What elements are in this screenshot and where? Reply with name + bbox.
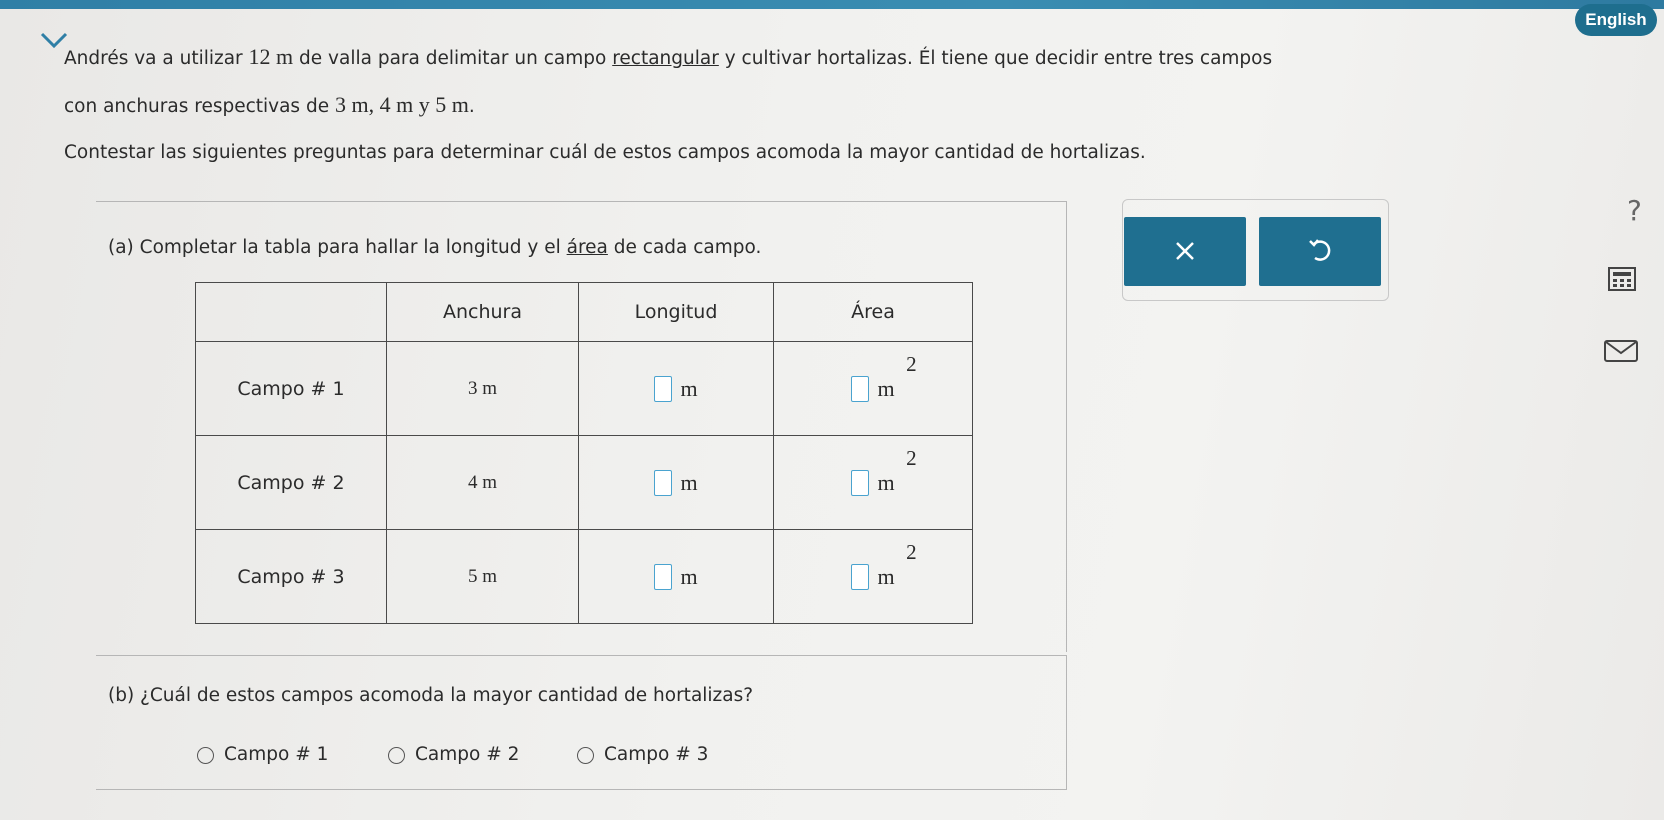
anchura-value: 4 m: [386, 435, 579, 530]
prompt-text: de cada campo.: [607, 237, 762, 258]
table-row: Campo # 1 3 m m m2: [195, 341, 973, 436]
exponent: 2: [906, 351, 917, 376]
option-campo-2[interactable]: Campo # 2: [388, 744, 519, 765]
link-rectangular[interactable]: rectangular: [612, 48, 719, 69]
problem-text: y cultivar hortalizas. Él tiene que deci…: [718, 48, 1273, 69]
anchura-value: 3 m: [386, 341, 579, 436]
calculator-icon[interactable]: [1607, 266, 1637, 292]
option-campo-1[interactable]: Campo # 1: [197, 744, 328, 765]
row-label: Campo # 3: [195, 529, 387, 624]
problem-text: .: [468, 96, 475, 117]
header-area: Área: [773, 282, 973, 342]
radio-icon[interactable]: [388, 746, 405, 764]
prompt-text: (a) Completar la tabla para hallar la lo…: [108, 237, 567, 258]
x-icon: [1176, 242, 1194, 260]
problem-line-2: con anchuras respectivas de 3 m, 4 m y 5…: [64, 92, 475, 118]
exponent: 2: [906, 539, 917, 564]
option-label: Campo # 3: [604, 744, 709, 765]
problem-text: con anchuras respectivas de: [64, 96, 335, 117]
table-header-row: Anchura Longitud Área: [195, 282, 973, 342]
link-area[interactable]: área: [567, 237, 608, 258]
unit-m2: m: [877, 563, 895, 589]
instruction-text: Contestar las siguientes preguntas para …: [64, 142, 1146, 163]
table-row: Campo # 3 5 m m m2: [195, 529, 973, 624]
table-row: Campo # 2 4 m m m2: [195, 435, 973, 530]
row-label: Campo # 2: [195, 435, 387, 530]
area-input[interactable]: [851, 375, 870, 402]
row-label: Campo # 1: [195, 341, 387, 436]
fields-table: Anchura Longitud Área Campo # 1 3 m m m2…: [195, 282, 973, 624]
unit-m2: m: [877, 375, 895, 401]
radio-icon[interactable]: [197, 746, 214, 764]
header-empty: [195, 282, 387, 342]
longitud-input[interactable]: [654, 563, 673, 590]
area-input[interactable]: [851, 469, 870, 496]
undo-button[interactable]: [1259, 217, 1381, 286]
clear-button[interactable]: [1124, 217, 1246, 286]
language-button[interactable]: English: [1575, 4, 1657, 36]
math-widths: 3 m, 4 m y 5 m: [334, 92, 469, 117]
option-label: Campo # 2: [415, 744, 520, 765]
header-anchura: Anchura: [386, 282, 579, 342]
unit-m2: m: [877, 469, 895, 495]
part-a-prompt: (a) Completar la tabla para hallar la lo…: [108, 237, 761, 258]
part-b-prompt: (b) ¿Cuál de estos campos acomoda la may…: [108, 685, 754, 706]
unit-m: m: [680, 375, 698, 401]
option-campo-3[interactable]: Campo # 3: [577, 744, 708, 765]
part-b-panel: [96, 655, 1067, 790]
problem-line-1: Andrés va a utilizar 12 m de valla para …: [64, 44, 1272, 70]
longitud-input[interactable]: [654, 375, 673, 402]
message-icon[interactable]: [1603, 339, 1639, 363]
longitud-input[interactable]: [654, 469, 673, 496]
problem-text: de valla para delimitar un campo: [293, 48, 613, 69]
unit-m: m: [680, 563, 698, 589]
top-bar: [0, 0, 1664, 9]
area-input[interactable]: [851, 563, 870, 590]
help-icon[interactable]: ?: [1627, 194, 1642, 227]
option-label: Campo # 1: [224, 744, 329, 765]
anchura-value: 5 m: [386, 529, 579, 624]
problem-text: Andrés va a utilizar: [64, 48, 249, 69]
radio-icon[interactable]: [577, 746, 594, 764]
header-longitud: Longitud: [578, 282, 774, 342]
exponent: 2: [906, 445, 917, 470]
undo-icon: [1309, 239, 1331, 261]
math-fence-length: 12 m: [248, 44, 294, 69]
unit-m: m: [680, 469, 698, 495]
